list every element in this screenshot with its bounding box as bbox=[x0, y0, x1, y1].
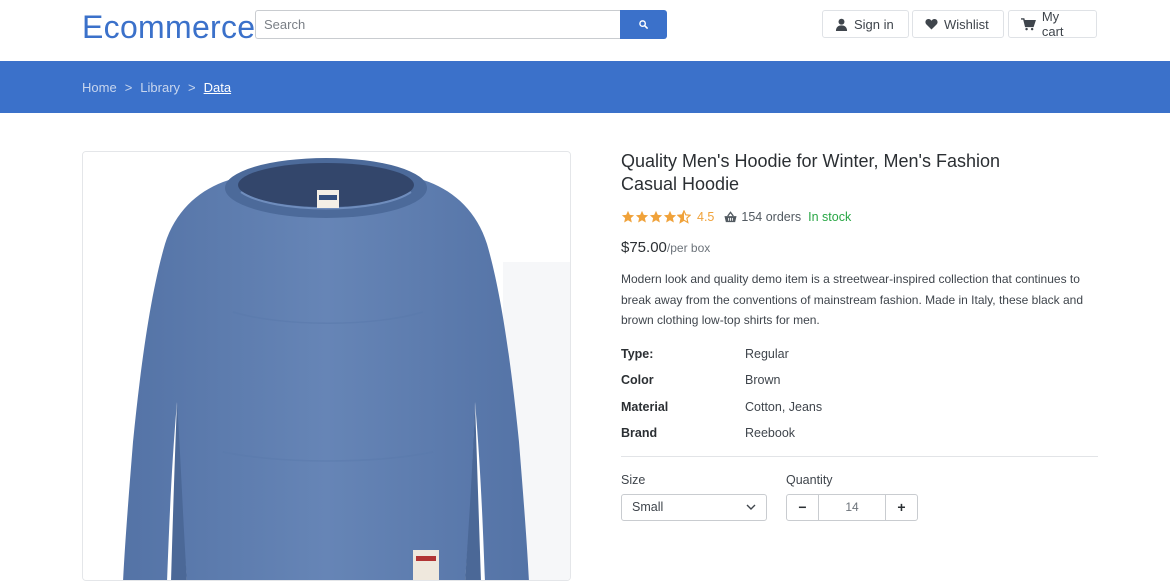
product-image bbox=[83, 152, 570, 580]
spec-key: Color bbox=[621, 373, 654, 388]
cart-icon bbox=[1021, 17, 1036, 30]
star-icon bbox=[663, 210, 677, 223]
breadcrumb-separator: > bbox=[188, 80, 196, 95]
product-description: Modern look and quality demo item is a s… bbox=[621, 272, 1084, 327]
breadcrumb-home[interactable]: Home bbox=[82, 80, 117, 95]
breadcrumb-banner: Home > Library > Data bbox=[0, 61, 1170, 113]
quantity-input[interactable]: 14 bbox=[819, 493, 885, 521]
star-icon bbox=[621, 210, 635, 223]
purchase-options: Size Small Quantity − 14 + bbox=[621, 473, 1098, 521]
product-price: $75.00/per box bbox=[621, 239, 1098, 256]
size-selected-value: Small bbox=[632, 500, 664, 514]
size-label: Size bbox=[621, 472, 646, 487]
wishlist-label: Wishlist bbox=[944, 16, 989, 32]
search-bar bbox=[255, 10, 667, 39]
quantity-group: Quantity − 14 + bbox=[786, 473, 926, 521]
product-info: Quality Men's Hoodie for Winter, Men's F… bbox=[621, 150, 1098, 521]
star-half-icon bbox=[677, 210, 691, 224]
price-value: $75.00 bbox=[621, 239, 667, 256]
wishlist-button[interactable]: Wishlist bbox=[912, 10, 1004, 38]
spec-key: Material bbox=[621, 399, 669, 414]
search-button[interactable] bbox=[620, 10, 667, 39]
search-icon bbox=[639, 20, 648, 29]
quantity-decrement-button[interactable]: − bbox=[786, 493, 819, 521]
orders-count: 154 orders bbox=[724, 210, 801, 224]
spec-key: Type: bbox=[621, 346, 654, 361]
star-icon bbox=[649, 210, 663, 223]
breadcrumb-library[interactable]: Library bbox=[140, 80, 180, 95]
spec-row-brand: Brand Reebook bbox=[621, 420, 1098, 447]
product-image-card[interactable] bbox=[82, 151, 571, 581]
brand-logo[interactable]: Ecommerce bbox=[82, 9, 255, 46]
top-header: Ecommerce Sign in Wishlist My cart bbox=[0, 0, 1170, 61]
sign-in-button[interactable]: Sign in bbox=[822, 10, 909, 38]
heart-icon bbox=[925, 19, 938, 30]
spec-value: Cotton, Jeans bbox=[745, 399, 823, 414]
stock-status: In stock bbox=[808, 210, 852, 224]
quantity-stepper: − 14 + bbox=[786, 493, 919, 521]
user-icon bbox=[835, 18, 848, 31]
spec-row-color: Color Brown bbox=[621, 367, 1098, 394]
rating-stars bbox=[621, 210, 691, 224]
product-specs: Type: Regular Color Brown Material Cotto… bbox=[621, 341, 1098, 447]
sign-in-label: Sign in bbox=[854, 16, 894, 32]
spec-value: Reebook bbox=[745, 426, 796, 441]
basket-icon bbox=[724, 211, 737, 223]
search-input[interactable] bbox=[255, 10, 620, 39]
quantity-increment-button[interactable]: + bbox=[885, 493, 918, 521]
size-select[interactable]: Small bbox=[621, 493, 767, 521]
spec-row-material: Material Cotton, Jeans bbox=[621, 394, 1098, 421]
spec-row-type: Type: Regular bbox=[621, 341, 1098, 368]
spec-value: Regular bbox=[745, 346, 789, 361]
breadcrumb: Home > Library > Data bbox=[82, 80, 231, 95]
chevron-down-icon bbox=[746, 504, 756, 510]
spec-key: Brand bbox=[621, 426, 658, 441]
product-title: Quality Men's Hoodie for Winter, Men's F… bbox=[621, 151, 1001, 194]
cart-label: My cart bbox=[1041, 9, 1064, 39]
price-unit: /per box bbox=[666, 241, 711, 255]
product-meta: 4.5 154 orders In stock bbox=[621, 209, 1098, 225]
breadcrumb-current[interactable]: Data bbox=[204, 80, 231, 95]
breadcrumb-separator: > bbox=[124, 80, 133, 95]
size-group: Size Small bbox=[621, 473, 786, 521]
cart-button[interactable]: My cart bbox=[1008, 9, 1097, 39]
spec-value: Brown bbox=[745, 373, 781, 388]
orders-label: 154 orders bbox=[741, 210, 802, 224]
divider bbox=[621, 455, 1098, 457]
star-icon bbox=[635, 210, 649, 223]
quantity-label: Quantity bbox=[786, 472, 833, 487]
rating-value: 4.5 bbox=[697, 210, 715, 224]
